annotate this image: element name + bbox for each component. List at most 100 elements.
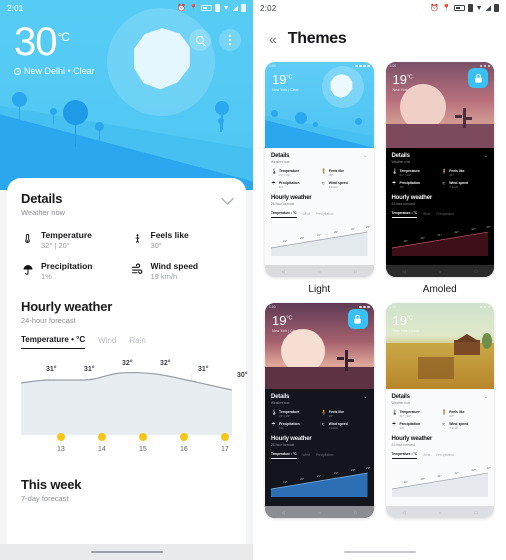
themes-header: « Themes [253,16,506,56]
preview-chart-label: 20° [300,476,305,481]
back-button[interactable]: « [269,32,277,46]
preview-ground [265,367,374,389]
theme-card-field[interactable]: 1:00 19°C New York | Clear Details Weath… [385,303,495,518]
preview-tab-temperature: Temperature • °C [391,211,418,218]
preview-details-title: Details [271,394,290,400]
person-heat-icon: 🧍 [441,169,448,175]
preview-hourly-title: Hourly weather [391,195,433,201]
preview-hourly-title: Hourly weather [271,195,312,201]
tab-wind[interactable]: Wind [98,336,116,349]
preview-detail-item: 🌡 Temperature 21° | 23° [392,169,439,177]
preview-nav-bar: ◁ ○ □ [385,265,494,277]
chart-point-label: 32° [122,360,133,367]
preview-detail-item: ≈ Wind speed 7 km/h [441,181,488,189]
details-header[interactable]: Details Weather now [21,191,234,217]
preview-chart: 19° 20° 21° 22° 22° 23° [271,463,370,497]
temperature-unit: °C [57,29,71,44]
theme-lock-badge-dark-navy[interactable] [347,309,368,329]
wind-icon: ≈ [442,181,446,187]
preview-chart: 19° 20° 21° 22° 22° 23° [271,222,370,256]
person-heat-icon: 🧍 [320,410,327,416]
detail-label: Temperature [41,230,92,240]
preview-hourly-subtitle: 24-hour forecast [391,202,415,206]
tree-decoration [95,122,104,142]
person-heat-icon: 🧍 [320,169,327,175]
preview-chart-label: 23° [486,465,491,470]
preview-detail-value: 1% [279,185,284,189]
weather-hero: 2:01 ⏰ 📍 ▼ ◢ 30°C New Delhi • Clear [0,0,253,190]
tab-temperature[interactable]: Temperature • °C [21,335,86,349]
thermometer-icon [21,230,34,246]
status-time: 2:01 [7,3,24,13]
theme-cell-dark-navy[interactable]: 1:00 19°C New York | Clear Details Weath… [265,303,374,525]
search-button[interactable] [189,29,211,51]
chart-svg [21,371,232,435]
detail-value: 1% [41,272,52,281]
theme-card-dark-navy[interactable]: 1:00 19°C New York | Clear Details Weath… [265,303,374,518]
chart-day-label: 17 [221,446,229,453]
chevron-down-icon[interactable] [221,192,234,205]
preview-details-title: Details [391,153,410,159]
preview-detail-item: ☂ Precipitation 1% [392,422,439,430]
preview-details: Details Weather now ⌄ 🌡 Temperature 21° | … [265,148,374,256]
theme-cell-field[interactable]: 1:00 19°C New York | Clear Details Weath… [385,303,495,525]
tree-decoration [63,100,88,147]
preview-detail-item: ≈ Wind speed 7 km/h [321,181,368,189]
theme-card-amoled[interactable]: 1:00 19°C New York | Clear [385,62,495,277]
preview-detail-value: 20° [449,414,454,418]
theme-cell-light[interactable]: 1:00 19°C New York | Clear Details Weath… [265,62,374,295]
chart-point-label: 31° [84,366,95,373]
sun-marker-icon [98,433,106,441]
preview-tree-icon [271,110,278,117]
chart-day-label: 13 [57,446,65,453]
week-forecast-header[interactable]: This week 7-day forecast [21,477,232,503]
preview-details: Details Weather now ⌄ 🌡 Temperature 21° | … [386,389,495,497]
preview-detail-item: 🧍 Feels like 20° [441,410,488,418]
preview-detail-value: 20° [328,414,334,418]
status-time: 2:02 [260,3,277,13]
hourly-title: Hourly weather [21,299,113,314]
preview-status-bar: 1:00 [386,303,495,311]
theme-card-light[interactable]: 1:00 19°C New York | Clear Details Weath… [265,62,374,277]
themes-grid: 1:00 19°C New York | Clear Details Weath… [253,56,506,525]
nav-back-icon: ◁ [402,268,406,274]
nav-home-icon: ○ [318,509,321,515]
sun-marker-icon [57,433,65,441]
preview-nav-bar: ◁ ○ □ [385,506,494,518]
chevron-down-icon: ⌄ [363,394,368,400]
home-indicator-right[interactable] [253,544,506,560]
vpn-badge-icon [453,5,465,11]
search-icon [196,36,204,44]
chart-day-label: 15 [139,446,147,453]
theme-cell-amoled[interactable]: 1:00 19°C New York | Clear [385,62,495,295]
preview-chart-label: 23° [486,224,491,229]
detail-value: 19 km/h [150,272,178,281]
preview-tabs: Temperature • °C Wind Precipitation [271,211,368,218]
sun-marker-icon [221,433,229,441]
preview-chart-label: 20° [420,235,425,240]
theme-name-light: Light [308,284,331,295]
preview-tab-precipitation: Precipitation [315,212,334,217]
sun-marker-icon [139,433,147,441]
preview-tabs: Temperature • °C Wind Precipitation [391,452,489,459]
preview-chart-label: 21° [317,232,322,237]
detail-value: 30° [150,241,162,250]
tab-rain[interactable]: Rain [129,336,145,349]
chart-day-label: 16 [180,446,188,453]
detail-label: Feels like [150,230,189,240]
preview-location: New York | Clear [272,88,299,92]
theme-lock-badge-amoled[interactable] [468,68,488,88]
detail-label: Precipitation [41,261,93,271]
home-indicator-left[interactable] [0,544,253,560]
detail-wind-speed: Wind speed 19 km/h [131,261,233,281]
preview-status-icons [479,305,490,309]
overflow-menu-button[interactable] [219,29,241,51]
preview-tab-precipitation: Precipitation [436,212,454,217]
hourly-temperature-chart[interactable]: 31° 31° 32° 32° 31° 30° 13 14 15 16 17 1… [21,357,248,467]
preview-chart-label: 22° [351,226,356,231]
preview-detail-value: 1% [399,426,404,430]
preview-details-subtitle: Weather now [391,160,411,164]
wind-icon [131,261,144,277]
preview-details: Details Weather now ⌄ 🌡 Temperature 21° | … [386,148,495,256]
nav-back-icon: ◁ [402,509,406,515]
